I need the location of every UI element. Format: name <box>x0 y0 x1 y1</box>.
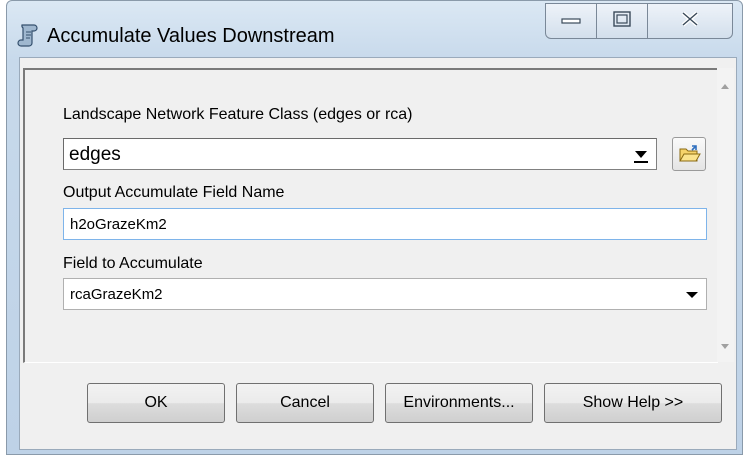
accumulate-field-label: Field to Accumulate <box>63 255 203 272</box>
minimize-icon <box>561 12 581 30</box>
parameters-panel: Landscape Network Feature Class (edges o… <box>23 68 718 363</box>
dialog-window: Accumulate Values Downstream Landscape N… <box>6 0 743 455</box>
close-icon <box>681 10 699 32</box>
network-feature-class-value: edges <box>69 144 121 165</box>
output-field-value: h2oGrazeKm2 <box>70 216 167 233</box>
network-label: Landscape Network Feature Class (edges o… <box>63 106 413 123</box>
minimize-button[interactable] <box>545 3 597 39</box>
maximize-button[interactable] <box>596 3 648 39</box>
vertical-scrollbar[interactable] <box>717 68 734 362</box>
browse-button[interactable] <box>672 137 706 171</box>
script-scroll-icon <box>17 23 39 47</box>
window-title: Accumulate Values Downstream <box>47 25 335 47</box>
show-help-button[interactable]: Show Help >> <box>544 383 722 423</box>
ok-button[interactable]: OK <box>87 383 225 423</box>
open-folder-icon <box>679 145 701 168</box>
cancel-button[interactable]: Cancel <box>236 383 374 423</box>
scroll-down-icon[interactable] <box>721 344 729 349</box>
network-dropdown-button[interactable] <box>628 141 654 167</box>
accumulate-field-select[interactable]: rcaGrazeKm2 <box>63 278 707 310</box>
maximize-icon <box>613 10 631 32</box>
dropdown-arrow-icon <box>686 292 698 298</box>
output-field-input[interactable]: h2oGrazeKm2 <box>63 208 707 240</box>
output-field-label: Output Accumulate Field Name <box>63 184 285 201</box>
network-feature-class-combobox[interactable]: edges <box>63 138 657 170</box>
title-bar[interactable]: Accumulate Values Downstream <box>7 1 742 55</box>
close-button[interactable] <box>647 3 733 39</box>
scroll-up-icon[interactable] <box>721 84 729 89</box>
accumulate-field-value: rcaGrazeKm2 <box>70 286 163 303</box>
environments-button[interactable]: Environments... <box>385 383 533 423</box>
dialog-body: Landscape Network Feature Class (edges o… <box>19 57 737 450</box>
